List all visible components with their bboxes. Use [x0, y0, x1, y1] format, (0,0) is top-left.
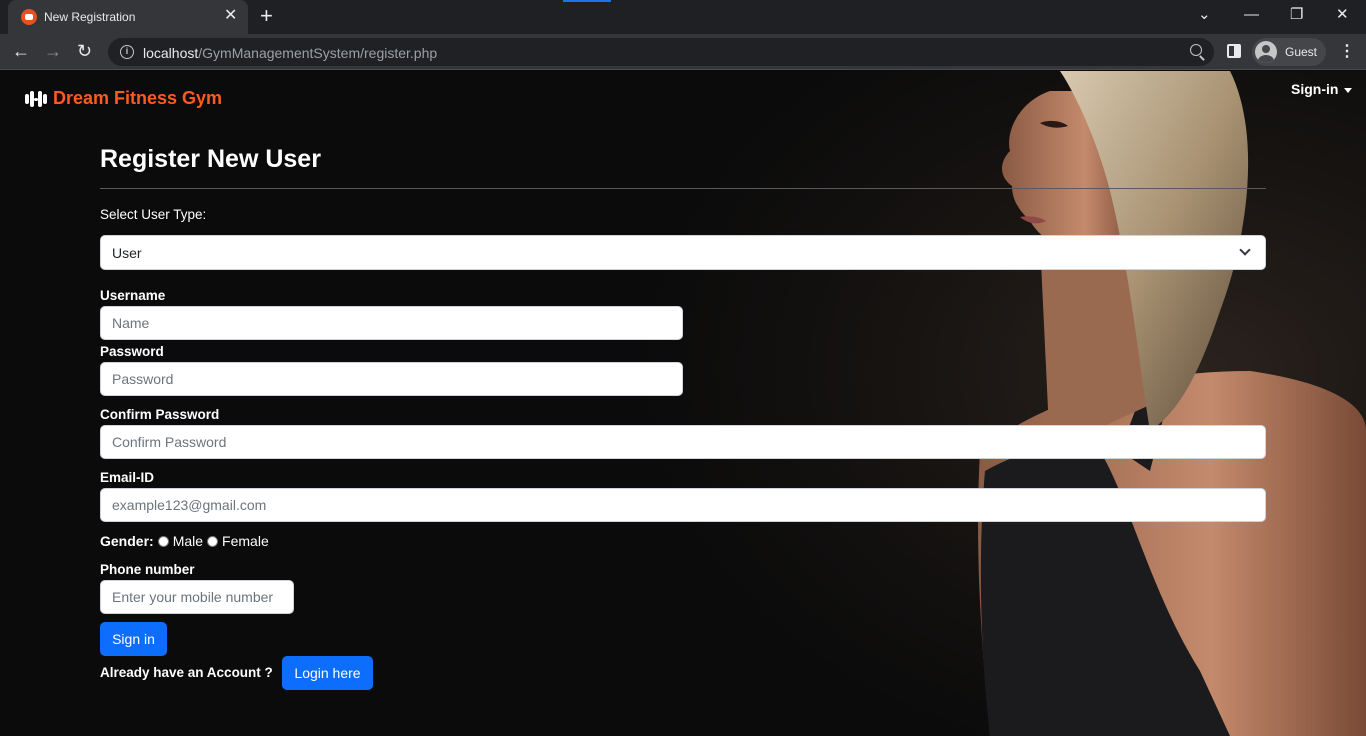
- page-title: Register New User: [100, 145, 321, 173]
- confirm-password-label: Confirm Password: [100, 407, 220, 422]
- login-here-button[interactable]: Login here: [282, 656, 373, 690]
- window-close-icon[interactable]: ✕: [1336, 5, 1349, 25]
- gender-female-radio[interactable]: [207, 535, 219, 547]
- gender-male-radio[interactable]: [157, 535, 169, 547]
- gender-group: Gender: Male Female: [100, 533, 269, 549]
- avatar: [1255, 41, 1277, 63]
- email-label: Email-ID: [100, 470, 155, 485]
- username-label: Username: [100, 288, 166, 303]
- email-input[interactable]: [100, 488, 1266, 522]
- phone-label: Phone number: [100, 562, 195, 577]
- gender-male-label[interactable]: Male: [173, 533, 203, 549]
- browser-tab[interactable]: New Registration ✕: [8, 0, 248, 34]
- zoom-icon[interactable]: [1190, 44, 1202, 56]
- minimize-icon[interactable]: —: [1244, 5, 1259, 25]
- back-icon[interactable]: ←: [12, 40, 30, 62]
- caret-down-icon: [1344, 87, 1353, 93]
- account-prompt: Already have an Account ?: [100, 665, 273, 680]
- url-text[interactable]: localhost/GymManagementSystem/register.p…: [143, 45, 437, 61]
- profile-button[interactable]: Guest: [1252, 38, 1326, 66]
- address-bar[interactable]: i localhost/GymManagementSystem/register…: [108, 38, 1214, 66]
- new-tab-icon[interactable]: +: [260, 4, 273, 28]
- dumbbell-icon: [25, 90, 47, 107]
- signin-dropdown[interactable]: Sign-in: [1291, 81, 1353, 97]
- reload-icon[interactable]: ↻: [77, 40, 92, 62]
- browser-menu-icon[interactable]: ⋮: [1339, 42, 1355, 62]
- gender-label: Gender:: [100, 533, 154, 549]
- profile-name: Guest: [1285, 45, 1318, 59]
- sign-in-button[interactable]: Sign in: [100, 622, 167, 656]
- tab-search-icon[interactable]: ⌄: [1198, 5, 1211, 25]
- signin-dropdown-label: Sign-in: [1291, 81, 1339, 97]
- site-info-icon[interactable]: i: [120, 45, 134, 59]
- password-input[interactable]: [100, 362, 683, 396]
- brand-name: Dream Fitness Gym: [53, 88, 223, 108]
- confirm-password-input[interactable]: [100, 425, 1266, 459]
- side-panel-icon[interactable]: [1227, 44, 1241, 58]
- gym-favicon-icon: [21, 9, 37, 25]
- password-label: Password: [100, 344, 164, 359]
- tab-strip-indicator: [563, 0, 611, 2]
- chevron-down-icon: [1239, 244, 1251, 256]
- user-type-select[interactable]: User: [100, 235, 1266, 270]
- user-type-label: Select User Type:: [100, 207, 207, 222]
- restore-icon[interactable]: ❐: [1290, 5, 1303, 25]
- browser-tab-bar: New Registration ✕ + ⌄ — ❐ ✕: [0, 0, 1366, 34]
- forward-icon[interactable]: →: [44, 40, 62, 62]
- registration-page: Dream Fitness Gym Sign-in Register New U…: [0, 71, 1366, 736]
- tab-close-icon[interactable]: ✕: [224, 7, 237, 25]
- user-type-value: User: [112, 245, 142, 261]
- phone-input[interactable]: [100, 580, 294, 614]
- tab-title: New Registration: [44, 10, 136, 24]
- browser-toolbar: ← → ↻ i localhost/GymManagementSystem/re…: [0, 34, 1366, 70]
- gender-female-label[interactable]: Female: [222, 533, 269, 549]
- brand-link[interactable]: Dream Fitness Gym: [25, 88, 222, 109]
- title-divider: [100, 188, 1266, 189]
- username-input[interactable]: [100, 306, 683, 340]
